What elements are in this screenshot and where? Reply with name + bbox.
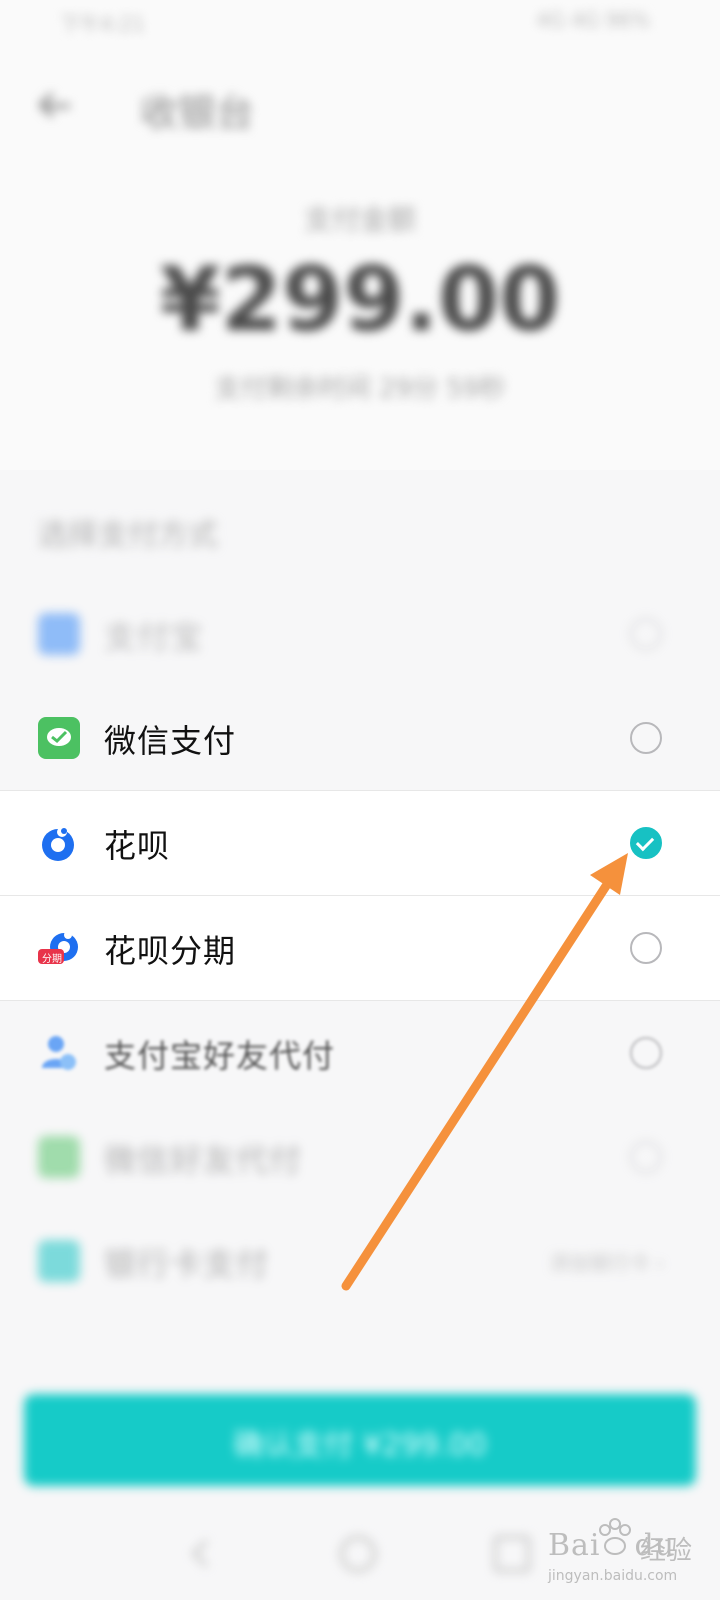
- payment-method-label: 花呗: [104, 827, 171, 865]
- status-indicators: 4G 4G 96%: [536, 8, 650, 32]
- payment-method-label: 支付宝好友代付: [104, 1037, 336, 1075]
- payment-method-friend-pay[interactable]: 支付宝好友代付: [0, 1001, 720, 1105]
- watermark-url: jingyan.baidu.com: [548, 1568, 678, 1584]
- radio-button-checked[interactable]: [630, 827, 662, 859]
- amount-label: 支付金额: [303, 203, 416, 236]
- radio-button[interactable]: [630, 1037, 662, 1069]
- huabei-icon: [38, 822, 80, 864]
- radio-button[interactable]: [630, 618, 662, 650]
- payment-method-bank-card[interactable]: 银行卡支付 添加银行卡 ›: [0, 1209, 720, 1313]
- payment-method-label: 支付宝: [104, 618, 204, 656]
- nav-back-icon[interactable]: [186, 1536, 222, 1572]
- payment-method-wechat[interactable]: 微信支付: [0, 686, 720, 790]
- baidu-jingyan-watermark: Bai du 经验 jingyan.baidu.com: [548, 1518, 718, 1594]
- add-bank-card-link[interactable]: 添加银行卡 ›: [550, 1247, 664, 1276]
- radio-button[interactable]: [630, 932, 662, 964]
- huabei-installment-icon: 分期: [38, 927, 80, 969]
- confirm-pay-button[interactable]: 确认支付 ¥299.00: [24, 1394, 696, 1486]
- confirm-pay-label: 确认支付 ¥299.00: [233, 1428, 487, 1463]
- wechat-pay-icon: [38, 717, 80, 759]
- payment-method-label: 花呗分期: [104, 932, 237, 970]
- nav-recent-icon[interactable]: [494, 1536, 530, 1572]
- installment-badge: 分期: [42, 954, 62, 965]
- payment-amount: ¥299.00: [159, 248, 561, 351]
- payment-method-label: 银行卡支付: [104, 1245, 270, 1283]
- watermark-cn: 经验: [640, 1536, 693, 1566]
- payment-countdown: 支付剩余时间 29分 59秒: [214, 374, 506, 404]
- back-arrow-icon[interactable]: [34, 86, 74, 126]
- paw-icon: [599, 1518, 631, 1555]
- payment-method-huabei-installment[interactable]: 分期 花呗分期: [0, 896, 720, 1000]
- payment-method-label: 微信支付: [104, 722, 237, 760]
- payment-method-label: 微信好友代付: [104, 1141, 303, 1179]
- methods-section-label: 选择支付方式: [38, 518, 218, 553]
- bank-card-icon: [38, 1240, 80, 1282]
- radio-button[interactable]: [630, 1141, 662, 1173]
- page-title: 收银台: [140, 91, 255, 135]
- status-time: 下午4:21: [60, 12, 145, 36]
- alipay-icon: [38, 613, 80, 655]
- radio-button[interactable]: [630, 722, 662, 754]
- payment-method-wechat-friend-pay[interactable]: 微信好友代付: [0, 1105, 720, 1209]
- friend-pay-icon: [38, 1032, 80, 1074]
- wechat-friend-pay-icon: [38, 1136, 80, 1178]
- payment-method-huabei[interactable]: 花呗: [0, 791, 720, 895]
- nav-home-icon[interactable]: [340, 1536, 376, 1572]
- payment-method-alipay[interactable]: 支付宝: [0, 582, 720, 686]
